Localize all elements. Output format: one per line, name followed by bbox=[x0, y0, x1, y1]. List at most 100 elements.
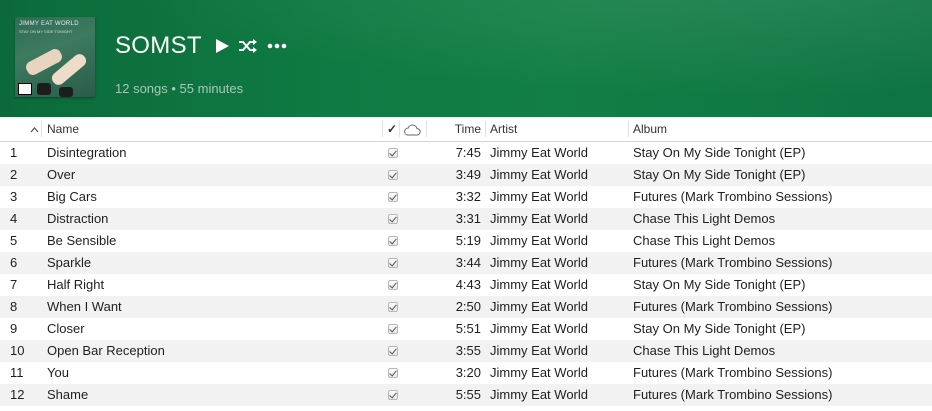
song-checkbox[interactable] bbox=[388, 170, 398, 180]
column-separator[interactable] bbox=[485, 121, 486, 137]
song-artist: Jimmy Eat World bbox=[490, 255, 588, 270]
song-time: 3:32 bbox=[455, 189, 481, 204]
table-row[interactable]: 2 Over 3:49 Jimmy Eat World Stay On My Side … bbox=[0, 164, 932, 186]
cover-art-shape bbox=[37, 83, 51, 95]
song-album: Futures (Mark Trombino Sessions) bbox=[633, 387, 833, 402]
table-row[interactable]: 9 Closer 5:51 Jimmy Eat World Stay On My Sid… bbox=[0, 318, 932, 340]
column-header-cloud[interactable] bbox=[403, 117, 421, 141]
track-number: 10 bbox=[10, 343, 25, 358]
song-artist: Jimmy Eat World bbox=[490, 211, 588, 226]
playlist-summary: 12 songs • 55 minutes bbox=[115, 81, 244, 96]
table-row[interactable]: 12 Shame 5:55 Jimmy Eat World Futures (Mark … bbox=[0, 384, 932, 406]
song-time: 7:45 bbox=[455, 145, 481, 160]
song-checkbox[interactable] bbox=[388, 324, 398, 334]
song-name: Open Bar Reception bbox=[47, 343, 165, 358]
track-number: 3 bbox=[10, 189, 18, 204]
song-time: 5:55 bbox=[455, 387, 481, 402]
song-artist: Jimmy Eat World bbox=[490, 343, 588, 358]
more-icon bbox=[267, 43, 287, 49]
song-checkbox[interactable] bbox=[388, 346, 398, 356]
song-album: Chase This Light Demos bbox=[633, 233, 776, 248]
song-name: Half Right bbox=[47, 277, 105, 292]
song-name: Over bbox=[47, 167, 76, 182]
album-cover[interactable]: JIMMY EAT WORLD STAY ON MY SIDE TONIGHT bbox=[15, 17, 95, 97]
table-row[interactable]: 5 Be Sensible 5:19 Jimmy Eat World Chase Thi… bbox=[0, 230, 932, 252]
track-number: 1 bbox=[10, 145, 18, 160]
song-checkbox[interactable] bbox=[388, 192, 398, 202]
song-album: Chase This Light Demos bbox=[633, 211, 776, 226]
song-name: Be Sensible bbox=[47, 233, 117, 248]
song-artist: Jimmy Eat World bbox=[490, 233, 588, 248]
song-name: Disintegration bbox=[47, 145, 127, 160]
song-time: 3:31 bbox=[455, 211, 481, 226]
track-number: 4 bbox=[10, 211, 18, 226]
column-header-album[interactable]: Album bbox=[633, 117, 667, 141]
song-checkbox[interactable] bbox=[388, 390, 398, 400]
table-row[interactable]: 11 You 3:20 Jimmy Eat World Futures (Mark Tr… bbox=[0, 362, 932, 384]
track-number: 8 bbox=[10, 299, 18, 314]
table-row[interactable]: 1 Disintegration 7:45 Jimmy Eat World Stay O… bbox=[0, 142, 932, 164]
table-row[interactable]: 3 Big Cars 3:32 Jimmy Eat World Futures (Mar… bbox=[0, 186, 932, 208]
sort-ascending-icon bbox=[30, 126, 38, 133]
shuffle-button[interactable] bbox=[238, 38, 258, 54]
song-name: Sparkle bbox=[47, 255, 92, 270]
song-artist: Jimmy Eat World bbox=[490, 365, 588, 380]
song-list: 1 Disintegration 7:45 Jimmy Eat World Stay O… bbox=[0, 142, 932, 406]
song-time: 3:20 bbox=[455, 365, 481, 380]
sort-column-header[interactable] bbox=[28, 117, 40, 141]
track-number: 2 bbox=[10, 167, 18, 182]
song-album: Stay On My Side Tonight (EP) bbox=[633, 321, 806, 336]
song-table: Name ✓ Time Artist Album 1 Disintegration… bbox=[0, 117, 932, 406]
shuffle-icon bbox=[238, 39, 257, 53]
column-header-checked[interactable]: ✓ bbox=[387, 117, 397, 141]
track-number: 5 bbox=[10, 233, 18, 248]
cover-art-shape bbox=[49, 51, 89, 88]
song-time: 5:19 bbox=[455, 233, 481, 248]
song-album: Futures (Mark Trombino Sessions) bbox=[633, 255, 833, 270]
song-album: Stay On My Side Tonight (EP) bbox=[633, 167, 806, 182]
play-icon bbox=[215, 39, 229, 53]
song-name: Big Cars bbox=[47, 189, 97, 204]
cloud-icon bbox=[404, 124, 421, 136]
song-checkbox[interactable] bbox=[388, 280, 398, 290]
table-row[interactable]: 7 Half Right 4:43 Jimmy Eat World Stay On My… bbox=[0, 274, 932, 296]
table-row[interactable]: 4 Distraction 3:31 Jimmy Eat World Chase Thi… bbox=[0, 208, 932, 230]
song-time: 2:50 bbox=[455, 299, 481, 314]
song-checkbox[interactable] bbox=[388, 148, 398, 158]
parental-advisory-label bbox=[18, 83, 32, 95]
column-separator[interactable] bbox=[41, 121, 42, 137]
song-time: 5:51 bbox=[455, 321, 481, 336]
song-album: Stay On My Side Tonight (EP) bbox=[633, 145, 806, 160]
column-separator[interactable] bbox=[628, 121, 629, 137]
song-checkbox[interactable] bbox=[388, 236, 398, 246]
track-number: 9 bbox=[10, 321, 18, 336]
song-artist: Jimmy Eat World bbox=[490, 321, 588, 336]
song-checkbox[interactable] bbox=[388, 368, 398, 378]
column-separator[interactable] bbox=[399, 121, 400, 137]
song-artist: Jimmy Eat World bbox=[490, 277, 588, 292]
column-separator[interactable] bbox=[382, 121, 383, 137]
cover-art-shape bbox=[23, 46, 65, 78]
song-name: Closer bbox=[47, 321, 85, 336]
play-button[interactable] bbox=[214, 38, 230, 54]
song-artist: Jimmy Eat World bbox=[490, 387, 588, 402]
song-artist: Jimmy Eat World bbox=[490, 299, 588, 314]
song-checkbox[interactable] bbox=[388, 302, 398, 312]
song-checkbox[interactable] bbox=[388, 258, 398, 268]
table-row[interactable]: 8 When I Want 2:50 Jimmy Eat World Futures (… bbox=[0, 296, 932, 318]
column-separator[interactable] bbox=[426, 121, 427, 137]
song-time: 3:44 bbox=[455, 255, 481, 270]
table-row[interactable]: 6 Sparkle 3:44 Jimmy Eat World Futures (Mark… bbox=[0, 252, 932, 274]
column-header-time[interactable]: Time bbox=[430, 117, 481, 141]
song-checkbox[interactable] bbox=[388, 214, 398, 224]
song-album: Futures (Mark Trombino Sessions) bbox=[633, 365, 833, 380]
playlist-title[interactable]: SOMST bbox=[115, 32, 202, 60]
cover-sub-text: STAY ON MY SIDE TONIGHT bbox=[19, 29, 73, 34]
column-header-name[interactable]: Name bbox=[47, 117, 79, 141]
column-header-artist[interactable]: Artist bbox=[490, 117, 517, 141]
cover-art-shape bbox=[59, 87, 73, 97]
more-options-button[interactable] bbox=[267, 43, 287, 49]
song-time: 4:43 bbox=[455, 277, 481, 292]
table-row[interactable]: 10 Open Bar Reception 3:55 Jimmy Eat World C… bbox=[0, 340, 932, 362]
song-artist: Jimmy Eat World bbox=[490, 167, 588, 182]
